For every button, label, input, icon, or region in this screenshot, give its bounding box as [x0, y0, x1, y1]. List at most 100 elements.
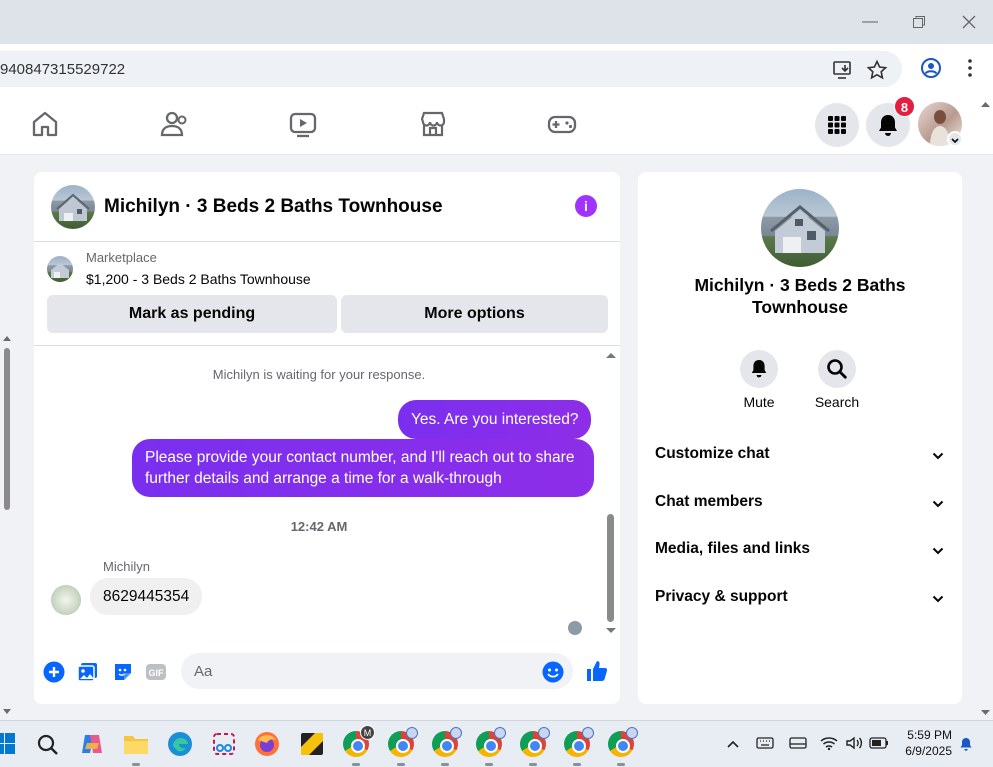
- battery-icon[interactable]: [869, 737, 889, 749]
- browser-menu-icon[interactable]: [959, 57, 981, 79]
- chat-members-section[interactable]: Chat members: [655, 493, 945, 517]
- notification-bell-icon[interactable]: [958, 736, 974, 752]
- chevron-down-icon: [932, 500, 944, 508]
- privacy-support-section[interactable]: Privacy & support: [655, 588, 945, 612]
- gaming-icon[interactable]: [546, 108, 578, 140]
- file-explorer-icon[interactable]: [123, 732, 149, 756]
- section-label: Customize chat: [655, 445, 770, 462]
- chrome-profile-icon[interactable]: [388, 727, 418, 757]
- house-photo-icon: [770, 205, 830, 253]
- menu-grid-button[interactable]: [815, 103, 859, 147]
- thumbs-up-icon[interactable]: [584, 658, 610, 684]
- marketplace-icon[interactable]: [417, 108, 449, 140]
- scrollbar-track-icon: [606, 353, 616, 633]
- sticker-icon[interactable]: [111, 660, 135, 684]
- copilot-icon[interactable]: [79, 731, 105, 757]
- chat-title[interactable]: Michilyn · 3 Beds 2 Baths Townhouse: [104, 196, 443, 218]
- chrome-profile-icon[interactable]: [476, 727, 506, 757]
- mark-as-pending-button[interactable]: Mark as pending: [47, 295, 337, 333]
- address-bar[interactable]: 940847315529722: [0, 51, 902, 87]
- customize-chat-section[interactable]: Customize chat: [655, 445, 945, 469]
- media-files-links-section[interactable]: Media, files and links: [655, 540, 945, 564]
- chevron-up-icon[interactable]: [726, 738, 740, 750]
- profile-badge-icon: [538, 727, 550, 739]
- search-icon[interactable]: [36, 733, 60, 757]
- outgoing-message[interactable]: Yes. Are you interested?: [398, 400, 592, 439]
- video-icon[interactable]: [287, 108, 319, 140]
- keyboard-icon[interactable]: [756, 736, 774, 750]
- panel-title: Michilyn · 3 Beds 2 Baths Townhouse: [694, 275, 906, 317]
- address-text: 940847315529722: [0, 61, 126, 78]
- edge-browser-icon[interactable]: [167, 731, 193, 757]
- info-icon[interactable]: i: [575, 195, 597, 217]
- gif-icon[interactable]: GIF: [144, 660, 168, 684]
- clock-date: 6/9/2025: [905, 744, 952, 758]
- profile-icon[interactable]: [920, 57, 942, 79]
- home-icon[interactable]: [29, 108, 61, 140]
- display-icon[interactable]: [789, 736, 807, 750]
- volume-icon[interactable]: [845, 735, 863, 751]
- listing-avatar[interactable]: [51, 185, 95, 229]
- windows-start-icon[interactable]: [0, 733, 16, 755]
- marketplace-listing-thumb: [47, 256, 73, 282]
- running-indicator: [617, 763, 625, 766]
- marketplace-label: Marketplace: [86, 250, 157, 265]
- contact-avatar[interactable]: [51, 585, 81, 615]
- facebook-navbar: [0, 94, 993, 155]
- photo-gallery-icon[interactable]: [76, 660, 100, 684]
- chevron-down-icon: [932, 452, 944, 460]
- svg-text:GIF: GIF: [149, 668, 165, 678]
- chevron-down-icon: [932, 547, 944, 555]
- outgoing-message[interactable]: Please provide your contact number, and …: [132, 439, 594, 497]
- install-app-icon[interactable]: [832, 59, 854, 81]
- firefox-icon[interactable]: [254, 731, 280, 757]
- plus-circle-icon[interactable]: [42, 660, 66, 684]
- bookmark-star-icon[interactable]: [866, 59, 888, 81]
- minimize-icon[interactable]: —: [858, 10, 882, 34]
- search-button[interactable]: [818, 350, 856, 388]
- chrome-profile-icon[interactable]: [520, 727, 550, 757]
- search-label: Search: [814, 394, 860, 410]
- chrome-profile-icon[interactable]: [432, 727, 462, 757]
- taskbar-clock[interactable]: 5:59 PM 6/9/2025: [900, 727, 952, 759]
- emoji-icon[interactable]: [541, 660, 565, 684]
- incoming-message[interactable]: 8629445354: [90, 578, 203, 615]
- profile-listing-avatar[interactable]: [761, 189, 839, 267]
- close-icon[interactable]: [957, 10, 981, 34]
- browser-titlebar: —: [0, 0, 993, 44]
- profile-badge-icon: [450, 727, 462, 739]
- grid-icon: [828, 116, 846, 134]
- profile-badge-icon: [626, 727, 638, 739]
- restore-icon[interactable]: [907, 10, 931, 34]
- running-indicator: [352, 763, 360, 766]
- section-label: Chat members: [655, 493, 763, 510]
- message-input[interactable]: [181, 653, 573, 689]
- waiting-notice: Michilyn is waiting for your response.: [212, 367, 426, 382]
- chrome-profile-icon[interactable]: M: [343, 725, 375, 757]
- clock-time: 5:59 PM: [907, 728, 952, 742]
- chrome-profile-icon[interactable]: [564, 727, 594, 757]
- message-composer: GIF: [34, 650, 620, 704]
- chevron-down-icon: [951, 138, 959, 144]
- chat-header: Michilyn · 3 Beds 2 Baths Townhouse i: [34, 172, 620, 242]
- sticky-notes-icon[interactable]: [299, 731, 325, 757]
- snipping-tool-icon[interactable]: [211, 731, 237, 757]
- mute-label: Mute: [743, 394, 775, 410]
- chat-info-panel: Michilyn · 3 Beds 2 Baths Townhouse Mute…: [638, 172, 962, 704]
- page-scrollbar-right[interactable]: [978, 96, 993, 720]
- page-scrollbar-left[interactable]: [0, 330, 14, 720]
- mute-button[interactable]: [740, 350, 778, 388]
- profile-letter-badge: M: [360, 725, 375, 740]
- more-options-button[interactable]: More options: [341, 295, 608, 333]
- friends-icon[interactable]: [158, 108, 190, 140]
- wifi-icon[interactable]: [820, 735, 838, 751]
- chat-scrollbar[interactable]: [604, 348, 618, 638]
- bell-icon: [751, 360, 767, 378]
- scrollbar-track-icon: [981, 102, 990, 715]
- account-menu-caret[interactable]: [947, 131, 963, 147]
- chrome-profile-icon[interactable]: [608, 727, 638, 757]
- running-indicator: [529, 763, 537, 766]
- listing-title[interactable]: $1,200 - 3 Beds 2 Baths Townhouse: [86, 271, 311, 287]
- running-indicator: [485, 763, 493, 766]
- house-photo-icon: [51, 263, 69, 278]
